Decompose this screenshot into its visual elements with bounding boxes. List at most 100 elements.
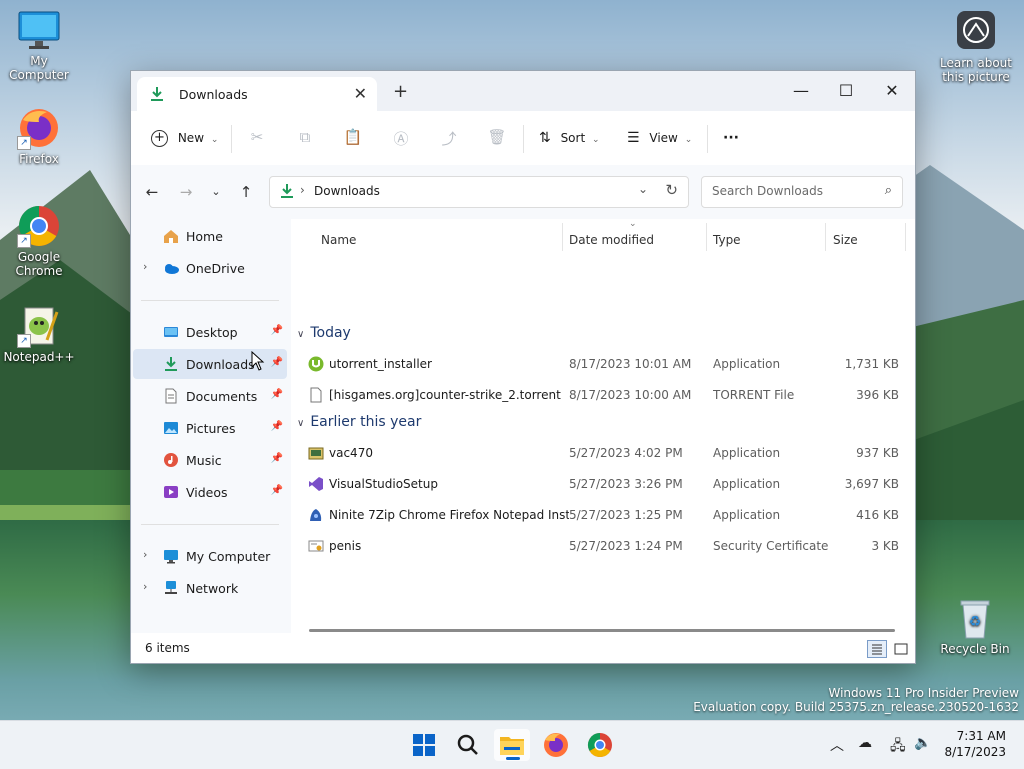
desktop-icon-my-computer[interactable]: My Computer xyxy=(1,8,77,82)
show-hidden-icons-chevron-icon[interactable]: ︿ xyxy=(830,735,844,755)
file-row[interactable]: Ninite 7Zip Chrome Firefox Notepad Inst.… xyxy=(291,500,915,531)
maximize-button[interactable]: ☐ xyxy=(823,77,869,105)
chevron-right-icon[interactable]: › xyxy=(143,580,147,593)
nav-item-downloads[interactable]: Downloads 📌 xyxy=(133,349,287,379)
file-row[interactable]: VisualStudioSetup 5/27/2023 3:26 PM Appl… xyxy=(291,469,915,500)
forward-arrow-icon[interactable]: → xyxy=(175,181,197,203)
column-header-size[interactable]: Size xyxy=(833,225,858,255)
file-size: 3 KB xyxy=(871,539,899,553)
taskbar: ︿ ☁ 🖧 🔈 7:31 AM 8/17/2023 xyxy=(0,720,1024,769)
address-bar[interactable]: › Downloads ⌄ ↻ xyxy=(269,176,689,208)
cut-icon[interactable]: ✂ xyxy=(247,128,267,148)
download-arrow-icon xyxy=(279,183,295,202)
group-header-earlier-this-year[interactable]: ∨ Earlier this year xyxy=(297,414,421,436)
column-header-name[interactable]: Name xyxy=(321,225,356,255)
new-tab-button[interactable]: + xyxy=(393,81,408,102)
visual-studio-icon xyxy=(308,476,324,492)
close-window-button[interactable]: ✕ xyxy=(869,77,915,105)
sort-button[interactable]: ⇅ Sort ⌄ xyxy=(539,125,600,151)
status-bar: 6 items xyxy=(131,633,915,663)
group-header-today[interactable]: ∨ Today xyxy=(297,325,351,347)
volume-icon[interactable]: 🔈 xyxy=(914,735,931,751)
monitor-icon xyxy=(18,11,60,49)
chevron-down-icon[interactable]: ∨ xyxy=(297,418,304,429)
taskbar-search-button[interactable] xyxy=(450,729,486,761)
pin-icon[interactable]: 📌 xyxy=(271,453,283,464)
nav-item-onedrive[interactable]: › OneDrive xyxy=(133,253,287,283)
details-view-icon[interactable] xyxy=(867,640,887,658)
toolbar-divider xyxy=(523,125,524,153)
column-header-date[interactable]: Date modified xyxy=(569,225,654,255)
pin-icon[interactable]: 📌 xyxy=(271,421,283,432)
file-row[interactable]: vac470 5/27/2023 4:02 PM Application 937… xyxy=(291,438,915,469)
view-button[interactable]: ☰ View ⌄ xyxy=(627,125,692,151)
onedrive-offline-icon[interactable]: ☁ xyxy=(858,735,872,751)
watermark-line-1: Windows 11 Pro Insider Preview xyxy=(828,686,1019,700)
rename-icon[interactable]: Ⓐ xyxy=(391,128,411,148)
file-size: 416 KB xyxy=(856,508,899,522)
search-input[interactable] xyxy=(710,183,874,199)
column-divider xyxy=(825,223,826,251)
horizontal-scrollbar[interactable] xyxy=(309,629,895,632)
nav-item-desktop[interactable]: Desktop 📌 xyxy=(133,317,287,347)
chevron-right-icon[interactable]: › xyxy=(143,548,147,561)
search-box[interactable]: ⌕ xyxy=(701,176,903,208)
refresh-icon[interactable]: ↻ xyxy=(665,181,678,199)
start-button[interactable] xyxy=(406,729,442,761)
tiles-view-icon[interactable] xyxy=(891,640,911,658)
clock-time: 7:31 AM xyxy=(956,729,1006,743)
file-date: 8/17/2023 10:00 AM xyxy=(569,388,692,402)
file-list: Name ⌄ Date modified Type Size ∨ Today ut… xyxy=(291,219,915,633)
share-icon[interactable]: ⤴ xyxy=(439,128,459,148)
up-arrow-icon[interactable]: ↑ xyxy=(235,181,257,203)
file-row[interactable]: [hisgames.org]counter-strike_2.torrent 8… xyxy=(291,380,915,411)
file-date: 5/27/2023 3:26 PM xyxy=(569,477,683,491)
taskbar-chrome[interactable] xyxy=(582,729,618,761)
taskbar-file-explorer[interactable] xyxy=(494,729,530,761)
network-status-icon[interactable]: 🖧 xyxy=(890,735,906,759)
back-arrow-icon[interactable]: ← xyxy=(141,181,163,203)
nav-divider xyxy=(141,300,279,301)
chevron-down-icon[interactable]: ∨ xyxy=(297,329,304,340)
nav-item-my-computer[interactable]: › My Computer xyxy=(133,541,287,571)
file-row[interactable]: utorrent_installer 8/17/2023 10:01 AM Ap… xyxy=(291,349,915,380)
nav-item-home[interactable]: Home xyxy=(133,221,287,251)
pin-icon[interactable]: 📌 xyxy=(271,325,283,336)
clock-date: 8/17/2023 xyxy=(944,745,1006,759)
nav-divider xyxy=(141,524,279,525)
nav-item-pictures[interactable]: Pictures 📌 xyxy=(133,413,287,443)
file-row[interactable]: penis 5/27/2023 1:24 PM Security Certifi… xyxy=(291,531,915,562)
recent-locations-chevron-icon[interactable]: ⌄ xyxy=(205,181,227,203)
column-header-type[interactable]: Type xyxy=(713,225,741,255)
nav-item-network[interactable]: › Network xyxy=(133,573,287,603)
paste-icon[interactable]: 📋 xyxy=(343,128,363,148)
address-dropdown-chevron-icon[interactable]: ⌄ xyxy=(638,182,648,196)
nav-item-videos[interactable]: Videos 📌 xyxy=(133,477,287,507)
new-button[interactable]: + New ⌄ xyxy=(151,125,218,151)
close-tab-icon[interactable]: ✕ xyxy=(354,84,367,103)
desktop-icon-recycle-bin[interactable]: ♻ Recycle Bin xyxy=(937,596,1013,656)
more-options-button[interactable]: ··· xyxy=(723,125,739,151)
copy-icon[interactable]: ⧉ xyxy=(295,128,315,148)
chevron-right-icon[interactable]: › xyxy=(143,260,147,273)
breadcrumb-downloads[interactable]: Downloads xyxy=(314,184,380,198)
pin-icon[interactable]: 📌 xyxy=(271,485,283,496)
pin-icon[interactable]: 📌 xyxy=(271,389,283,400)
pin-icon[interactable]: 📌 xyxy=(271,357,283,368)
file-explorer-window: Downloads ✕ + — ☐ ✕ + New ⌄ ✂ ⧉ 📋 Ⓐ ⤴ 🗑 … xyxy=(130,70,916,664)
tab-downloads[interactable]: Downloads ✕ xyxy=(137,77,377,111)
sort-icon: ⇅ xyxy=(539,130,551,146)
toolbar-divider xyxy=(231,125,232,153)
desktop-icon-learn-about-picture[interactable]: Learn about this picture xyxy=(936,10,1016,84)
desktop-icon-notepad-plus-plus[interactable]: ↗ Notepad++ xyxy=(1,304,77,364)
desktop-icon-firefox[interactable]: ↗ Firefox xyxy=(1,106,77,166)
desktop-icon-chrome[interactable]: ↗ Google Chrome xyxy=(1,204,77,278)
delete-icon[interactable]: 🗑 xyxy=(487,128,507,148)
clock[interactable]: 7:31 AM 8/17/2023 xyxy=(944,728,1006,760)
nav-item-music[interactable]: Music 📌 xyxy=(133,445,287,475)
nav-item-documents[interactable]: Documents 📌 xyxy=(133,381,287,411)
nav-item-label: Music xyxy=(186,453,222,468)
chrome-icon xyxy=(587,733,612,758)
minimize-button[interactable]: — xyxy=(778,77,824,105)
taskbar-firefox[interactable] xyxy=(538,729,574,761)
